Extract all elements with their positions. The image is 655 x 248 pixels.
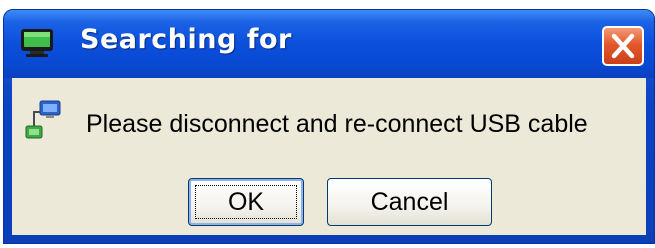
network-device-icon xyxy=(24,100,64,140)
window-title: Searching for xyxy=(80,24,292,55)
monitor-icon xyxy=(20,28,54,58)
cancel-button-label: Cancel xyxy=(370,187,449,216)
title-bar[interactable]: Searching for xyxy=(4,10,654,78)
close-button[interactable] xyxy=(602,26,644,66)
cancel-button[interactable]: Cancel xyxy=(327,178,492,226)
ok-button-label: OK xyxy=(227,187,265,216)
dialog-message: Please disconnect and re-connect USB cab… xyxy=(86,110,588,138)
dialog-body: Please disconnect and re-connect USB cab… xyxy=(12,78,646,235)
close-x-icon xyxy=(611,33,635,59)
ok-button[interactable]: OK xyxy=(188,178,304,226)
dialog-window: Searching for Please disconnect and re-c… xyxy=(3,9,655,244)
